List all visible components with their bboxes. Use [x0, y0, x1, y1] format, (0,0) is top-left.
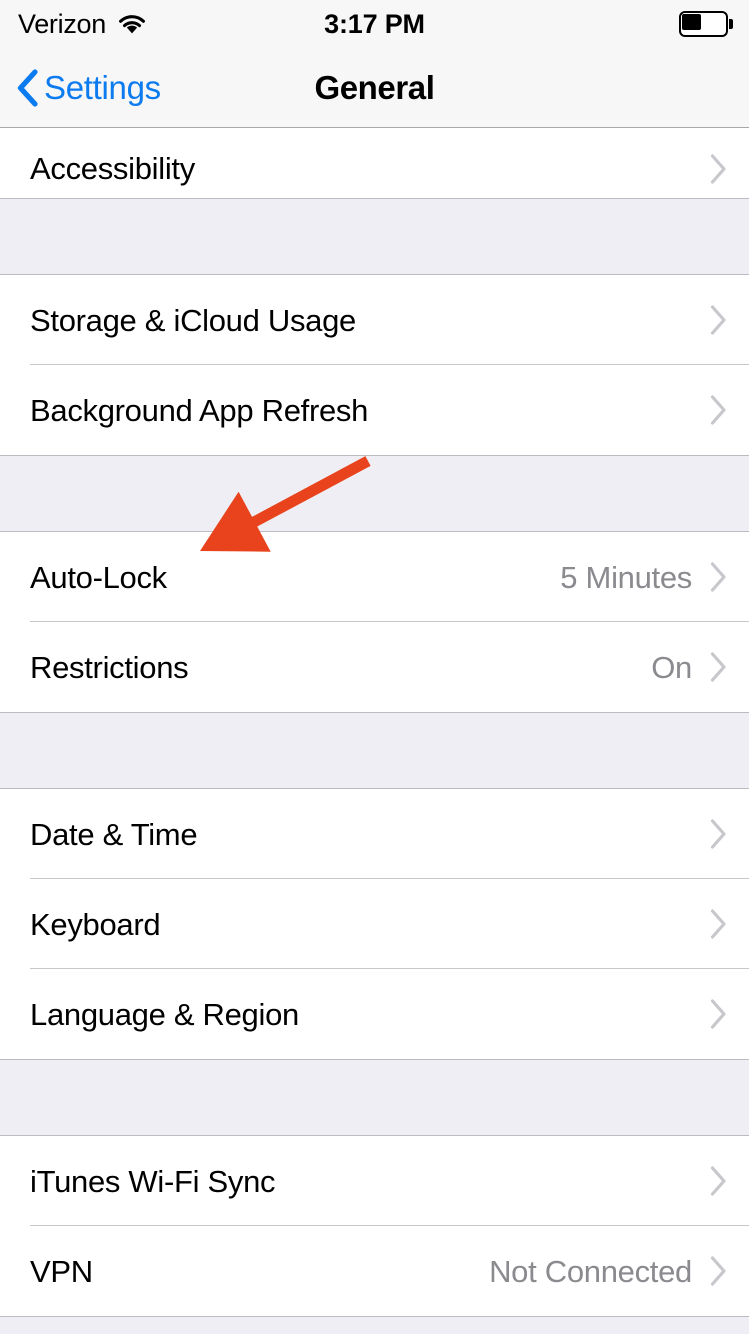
back-button-settings[interactable]: Settings	[0, 68, 161, 107]
row-accessory	[710, 1166, 727, 1196]
row-accessory: 5 Minutes	[560, 562, 727, 593]
row-label: Language & Region	[30, 996, 299, 1032]
status-bar-right	[679, 11, 733, 37]
chevron-right-icon	[710, 305, 727, 335]
settings-row[interactable]: Storage & iCloud Usage	[0, 275, 749, 365]
settings-row[interactable]: Accessibility	[0, 128, 749, 198]
section-gap	[0, 1317, 749, 1334]
wifi-icon	[117, 13, 147, 36]
status-bar: Verizon 3:17 PM	[0, 0, 749, 48]
settings-row[interactable]: iTunes Wi-Fi Sync	[0, 1136, 749, 1226]
iphone-screen: Verizon 3:17 PM Settings General Accessi…	[0, 0, 749, 1334]
row-label: Background App Refresh	[30, 392, 369, 428]
row-accessory: On	[651, 652, 727, 683]
row-label: Restrictions	[30, 649, 189, 685]
settings-section: Auto-Lock 5 Minutes Restrictions On	[0, 531, 749, 713]
settings-row[interactable]: Keyboard	[0, 879, 749, 969]
chevron-right-icon	[710, 1256, 727, 1286]
row-accessory: Not Connected	[489, 1256, 727, 1287]
row-accessory	[710, 154, 727, 184]
row-accessory	[710, 305, 727, 335]
row-value: On	[651, 649, 692, 685]
chevron-right-icon	[710, 652, 727, 682]
settings-row[interactable]: VPN Not Connected	[0, 1226, 749, 1316]
settings-row[interactable]: Background App Refresh	[0, 365, 749, 455]
section-gap	[0, 713, 749, 788]
chevron-right-icon	[710, 819, 727, 849]
chevron-right-icon	[710, 562, 727, 592]
settings-section: Date & Time Keyboard Language & Region	[0, 788, 749, 1060]
row-label: Accessibility	[30, 151, 195, 186]
chevron-right-icon	[710, 154, 727, 184]
row-accessory	[710, 395, 727, 425]
settings-row[interactable]: Restrictions On	[0, 622, 749, 712]
row-label: Storage & iCloud Usage	[30, 302, 356, 338]
settings-row[interactable]: Language & Region	[0, 969, 749, 1059]
status-bar-left: Verizon	[18, 8, 147, 39]
clock-label: 3:17 PM	[324, 8, 425, 39]
chevron-right-icon	[710, 909, 727, 939]
row-accessory	[710, 999, 727, 1029]
row-accessory	[710, 819, 727, 849]
navigation-bar: Settings General	[0, 48, 749, 128]
row-label: Auto-Lock	[30, 559, 167, 595]
row-accessory	[710, 909, 727, 939]
carrier-label: Verizon	[18, 8, 106, 39]
chevron-right-icon	[710, 999, 727, 1029]
back-button-label: Settings	[44, 69, 161, 106]
battery-icon	[679, 11, 733, 37]
row-label: Keyboard	[30, 906, 161, 942]
row-value: Not Connected	[489, 1253, 692, 1289]
settings-row[interactable]: Auto-Lock 5 Minutes	[0, 532, 749, 622]
section-gap	[0, 456, 749, 531]
settings-row[interactable]: Date & Time	[0, 789, 749, 879]
page-title: General	[314, 69, 435, 106]
settings-table: Accessibility Storage & iCloud Usage Backg…	[0, 128, 749, 1334]
settings-section: iTunes Wi-Fi Sync VPN Not Connected	[0, 1135, 749, 1317]
chevron-right-icon	[710, 395, 727, 425]
section-gap	[0, 199, 749, 274]
settings-section: Storage & iCloud Usage Background App Ref…	[0, 274, 749, 456]
chevron-right-icon	[710, 1166, 727, 1196]
row-label: VPN	[30, 1253, 93, 1289]
settings-section: Accessibility	[0, 128, 749, 199]
row-label: iTunes Wi-Fi Sync	[30, 1163, 276, 1199]
section-gap	[0, 1060, 749, 1135]
row-value: 5 Minutes	[560, 559, 692, 595]
chevron-left-icon	[16, 68, 38, 107]
row-label: Date & Time	[30, 816, 198, 852]
